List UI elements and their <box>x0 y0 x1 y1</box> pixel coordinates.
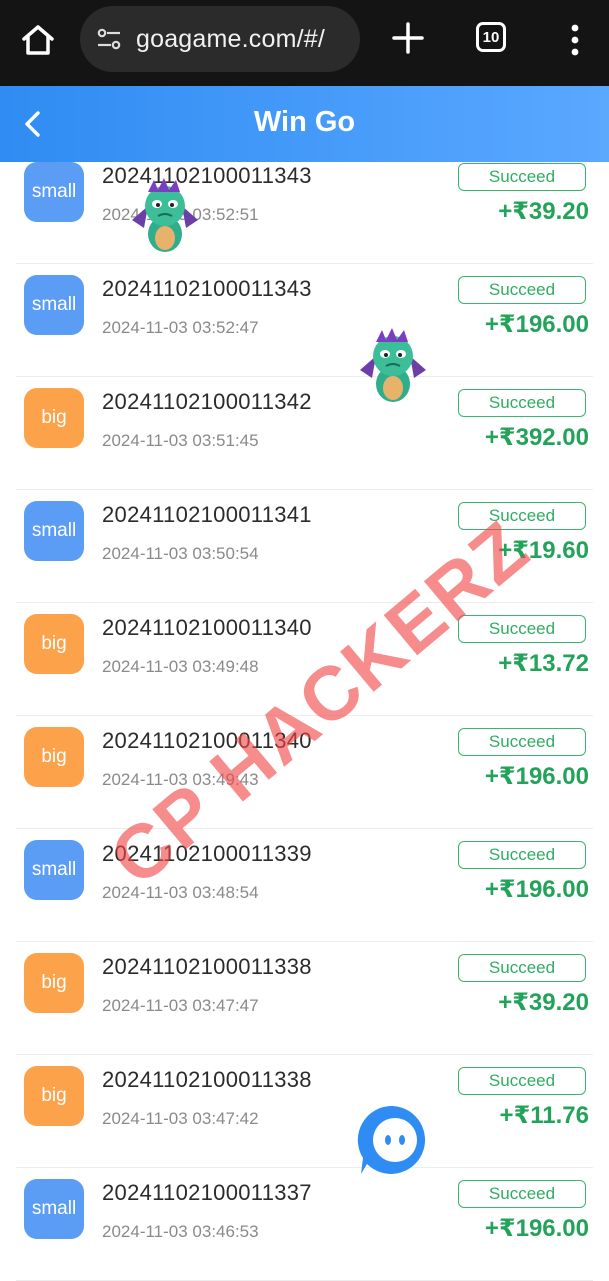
issue-number: 20241102100011337 <box>102 1180 312 1205</box>
issue-number: 20241102100011343 <box>102 276 312 301</box>
list-item[interactable]: small 20241102100011337 2024-11-03 03:46… <box>0 1168 609 1281</box>
win-amount: +₹11.76 <box>499 1102 589 1129</box>
chat-bubble-icon[interactable] <box>355 1102 431 1178</box>
bet-type-badge: big <box>24 388 84 448</box>
bet-type-badge: big <box>24 1066 84 1126</box>
win-amount: +₹13.72 <box>498 650 589 677</box>
win-amount: +₹39.20 <box>498 989 589 1016</box>
issue-number: 20241102100011342 <box>102 389 312 414</box>
issue-number: 20241102100011340 <box>102 615 312 640</box>
dragon-sticker-icon <box>124 176 206 258</box>
bet-time: 2024-11-03 03:47:47 <box>102 996 259 1015</box>
url-text[interactable]: goagame.com/#/ <box>136 25 325 54</box>
issue-number: 20241102100011338 <box>102 1067 312 1092</box>
bet-type-badge: small <box>24 501 84 561</box>
plus-icon[interactable] <box>388 18 428 58</box>
status-badge: Succeed <box>458 1067 586 1095</box>
bet-time: 2024-11-03 03:51:45 <box>102 431 259 450</box>
issue-number: 20241102100011338 <box>102 954 312 979</box>
bet-time: 2024-11-03 03:49:48 <box>102 657 259 676</box>
status-badge: Succeed <box>458 1180 586 1208</box>
bet-type-badge: small <box>24 1179 84 1239</box>
issue-number: 20241102100011341 <box>102 502 312 527</box>
tabs-icon[interactable]: 10 <box>476 22 506 52</box>
status-badge: Succeed <box>458 163 586 191</box>
bet-type-badge: small <box>24 162 84 222</box>
address-bar[interactable]: goagame.com/#/ <box>80 6 360 72</box>
bet-time: 2024-11-03 03:46:53 <box>102 1222 259 1241</box>
win-amount: +₹392.00 <box>484 424 589 451</box>
page-title: Win Go <box>253 106 356 138</box>
status-badge: Succeed <box>458 389 586 417</box>
win-amount: +₹196.00 <box>484 1215 589 1242</box>
win-amount: +₹39.20 <box>498 198 589 225</box>
list-item[interactable]: small 20241102100011343 2024-11-03 03:52… <box>0 264 609 377</box>
dragon-sticker-icon <box>352 326 434 408</box>
home-icon[interactable] <box>18 20 58 60</box>
win-amount: +₹196.00 <box>484 311 589 338</box>
site-settings-icon[interactable] <box>94 24 124 54</box>
browser-toolbar: goagame.com/#/ 10 <box>0 0 609 86</box>
bet-type-badge: big <box>24 727 84 787</box>
bet-type-badge: big <box>24 953 84 1013</box>
bet-type-badge: small <box>24 275 84 335</box>
bet-type-badge: big <box>24 614 84 674</box>
bet-time: 2024-11-03 03:52:47 <box>102 318 259 337</box>
status-badge: Succeed <box>458 728 586 756</box>
bet-time: 2024-11-03 03:50:54 <box>102 544 259 563</box>
status-badge: Succeed <box>458 841 586 869</box>
win-amount: +₹196.00 <box>484 763 589 790</box>
list-item[interactable]: small 20241102100011343 2024-11-03 03:52… <box>0 151 609 264</box>
bet-time: 2024-11-03 03:47:42 <box>102 1109 259 1128</box>
status-badge: Succeed <box>458 954 586 982</box>
list-item[interactable]: big 20241102100011342 2024-11-03 03:51:4… <box>0 377 609 490</box>
more-vertical-icon[interactable] <box>560 20 590 60</box>
bet-type-badge: small <box>24 840 84 900</box>
list-item[interactable]: big 20241102100011338 2024-11-03 03:47:4… <box>0 942 609 1055</box>
status-badge: Succeed <box>458 276 586 304</box>
win-amount: +₹196.00 <box>484 876 589 903</box>
list-item[interactable]: big 20241102100011338 2024-11-03 03:47:4… <box>0 1055 609 1168</box>
tab-count: 10 <box>482 28 500 46</box>
